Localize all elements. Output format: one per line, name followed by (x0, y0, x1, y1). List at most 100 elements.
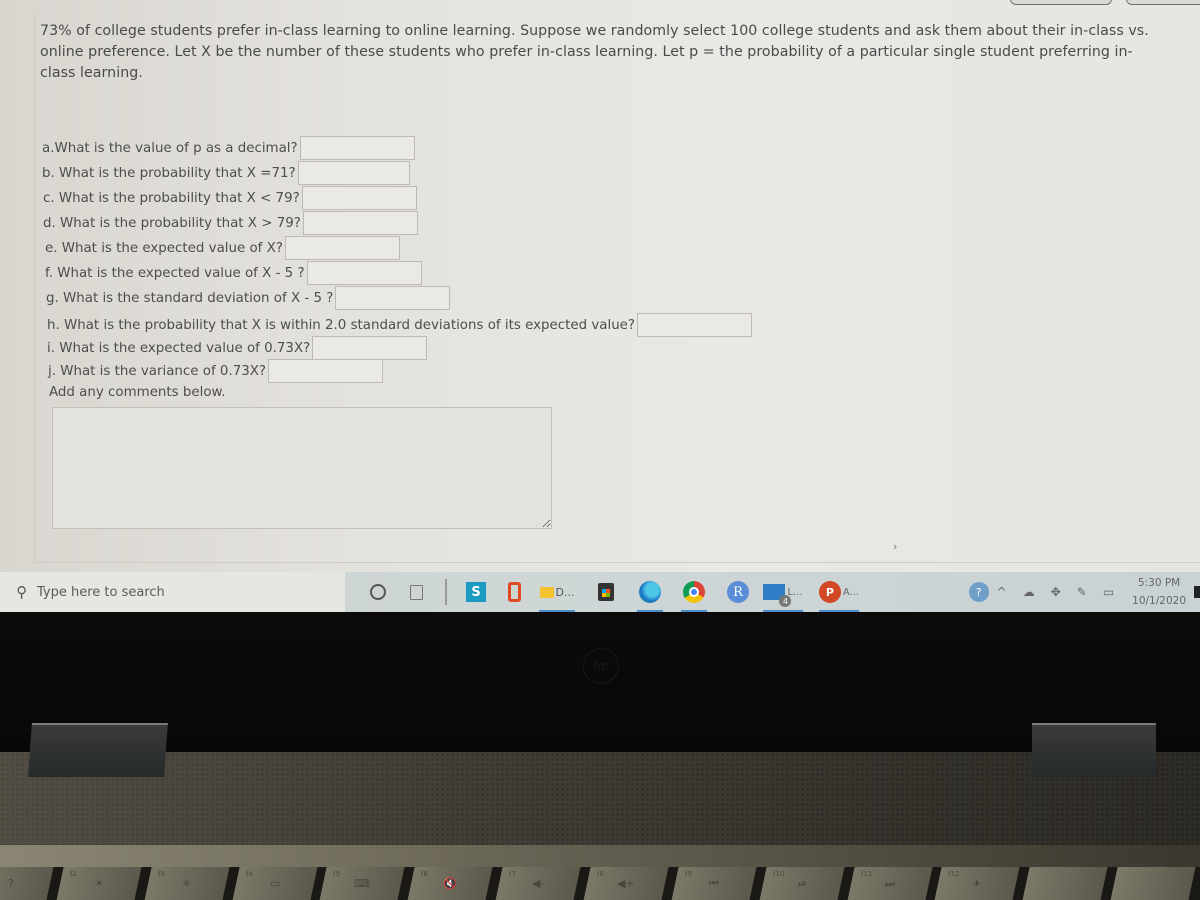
speaker-grille-shade (0, 752, 1200, 852)
question-j: j. What is the variance of 0.73X? (48, 359, 384, 383)
file-explorer-icon: D... (539, 585, 575, 599)
taskbar-app-office[interactable] (499, 577, 529, 607)
answer-c-input[interactable] (301, 186, 417, 210)
function-key[interactable] (1020, 867, 1108, 900)
help-icon[interactable]: ? (968, 582, 989, 602)
dropbox-icon[interactable]: ✥ (1051, 585, 1061, 599)
taskbar-app-store[interactable] (591, 577, 621, 607)
comments-label: Add any comments below. (49, 385, 226, 400)
question-g-label: g. What is the standard deviation of X -… (46, 290, 334, 306)
answer-e-input[interactable] (284, 236, 400, 260)
mail-badge: 4 (779, 595, 792, 607)
pen-icon[interactable]: ✎ (1077, 585, 1087, 599)
keyboard-deck-edge (0, 845, 1200, 867)
store-icon (598, 583, 614, 601)
function-key[interactable]: f11 ⏭ (845, 867, 932, 900)
question-b: b. What is the probability that X =71? (42, 161, 410, 185)
taskbar-app-powerpoint[interactable]: P A... (817, 577, 861, 612)
answer-i-input[interactable] (312, 336, 428, 360)
left-hinge (28, 723, 168, 777)
top-button-2[interactable] (1126, 0, 1200, 5)
answer-f-input[interactable] (306, 261, 422, 285)
onedrive-icon[interactable]: ☁ (1023, 585, 1035, 599)
question-c: c. What is the probability that X < 79? (43, 186, 417, 210)
hp-logo-icon: hp (583, 648, 619, 684)
problem-line-3: class learning. (40, 65, 143, 81)
show-hidden-icons-chevron-icon[interactable]: ^ (997, 585, 1007, 599)
answer-d-input[interactable] (302, 211, 418, 235)
function-key[interactable]: f5 ⌨ (317, 867, 405, 900)
powerpoint-icon: P (818, 581, 841, 603)
answer-b-input[interactable] (297, 161, 410, 185)
taskbar-separator (445, 579, 447, 605)
question-g: g. What is the standard deviation of X -… (46, 286, 451, 310)
question-f-label: f. What is the expected value of X - 5 ? (45, 265, 305, 281)
task-view-icon (409, 584, 423, 600)
function-key[interactable] (1108, 867, 1196, 900)
function-key[interactable]: f4 ▭ (230, 867, 317, 900)
answer-h-input[interactable] (637, 313, 753, 337)
answer-g-input[interactable] (335, 286, 451, 310)
mail-label: L... (787, 586, 803, 598)
question-a: a.What is the value of p as a decimal? (42, 136, 415, 160)
question-d: d. What is the probability that X > 79? (43, 211, 418, 235)
edge-icon (639, 581, 661, 603)
question-d-label: d. What is the probability that X > 79? (43, 215, 301, 231)
s-app-icon: S (466, 582, 486, 602)
taskbar-app-edge[interactable] (635, 577, 665, 612)
problem-line-1: 73% of college students prefer in-class … (40, 23, 1149, 39)
taskbar-app-mail[interactable]: 4 L... (761, 577, 805, 612)
function-key[interactable]: f10 ⏯ (757, 867, 845, 900)
taskbar-search[interactable]: ⚲ Type here to search (0, 572, 345, 612)
battery-icon[interactable]: ▭ (1103, 585, 1114, 599)
search-icon: ⚲ (16, 583, 27, 601)
question-c-label: c. What is the probability that X < 79? (43, 190, 300, 206)
cortana-button[interactable] (363, 577, 393, 607)
taskbar: ⚲ Type here to search S D... R 4 L... P … (0, 572, 1200, 612)
problem-line-2: online preference. Let X be the number o… (40, 44, 1133, 60)
function-key[interactable]: f7 ◀- (493, 867, 581, 900)
chrome-icon (683, 581, 705, 603)
mail-icon: 4 (763, 584, 792, 607)
answer-a-input[interactable] (299, 136, 415, 160)
cortana-icon (370, 584, 386, 600)
question-b-label: b. What is the probability that X =71? (42, 165, 296, 181)
action-center-icon[interactable] (1194, 586, 1200, 598)
question-h: h. What is the probability that X is wit… (47, 313, 753, 337)
search-placeholder: Type here to search (37, 584, 165, 600)
function-key[interactable]: f12 ✈ (932, 867, 1020, 900)
powerpoint-label: A... (842, 586, 860, 598)
answer-j-input[interactable] (268, 359, 384, 383)
comments-textarea[interactable] (52, 407, 552, 529)
question-f: f. What is the expected value of X - 5 ? (45, 261, 422, 285)
taskbar-app-s[interactable]: S (461, 577, 491, 607)
r-app-icon: R (727, 581, 749, 603)
taskbar-app-r[interactable]: R (723, 577, 753, 607)
system-tray: ? ^ ☁ ✥ ✎ ▭ 5:30 PM 10/1/2020 (968, 572, 1200, 612)
clock[interactable]: 5:30 PM 10/1/2020 (1132, 574, 1186, 610)
file-explorer-label: D... (555, 585, 575, 599)
task-view-button[interactable] (401, 577, 431, 607)
question-i-label: i. What is the expected value of 0.73X? (47, 340, 311, 356)
function-key[interactable]: f9 ⏮ (669, 867, 757, 900)
question-a-label: a.What is the value of p as a decimal? (42, 140, 298, 156)
right-hinge (1032, 723, 1156, 777)
clock-date: 10/1/2020 (1132, 595, 1186, 607)
function-key[interactable]: f2 ☀ (54, 867, 142, 900)
mouse-cursor-icon: › (893, 540, 898, 553)
function-key-row: ? f2 ☀ f3 ✳ f4 ▭ f5 ⌨ f6 🔇 f7 ◀- f8 ◀+ f9 ⏮ f10 ⏯… (0, 867, 1200, 900)
taskbar-app-file-explorer[interactable]: D... (537, 577, 577, 612)
question-h-label: h. What is the probability that X is wit… (47, 317, 636, 333)
clock-time: 5:30 PM (1137, 577, 1181, 589)
top-button-1[interactable] (1010, 0, 1112, 5)
taskbar-app-chrome[interactable] (679, 577, 709, 612)
function-key[interactable]: ? (0, 867, 54, 900)
screen: 73% of college students prefer in-class … (0, 0, 1200, 612)
question-e: e. What is the expected value of X? (45, 236, 400, 260)
question-j-label: j. What is the variance of 0.73X? (48, 363, 267, 379)
function-key[interactable]: f8 ◀+ (581, 867, 669, 900)
function-key[interactable]: f6 🔇 (405, 867, 493, 900)
function-key[interactable]: f3 ✳ (142, 867, 230, 900)
question-e-label: e. What is the expected value of X? (45, 240, 283, 256)
office-icon (507, 582, 521, 602)
